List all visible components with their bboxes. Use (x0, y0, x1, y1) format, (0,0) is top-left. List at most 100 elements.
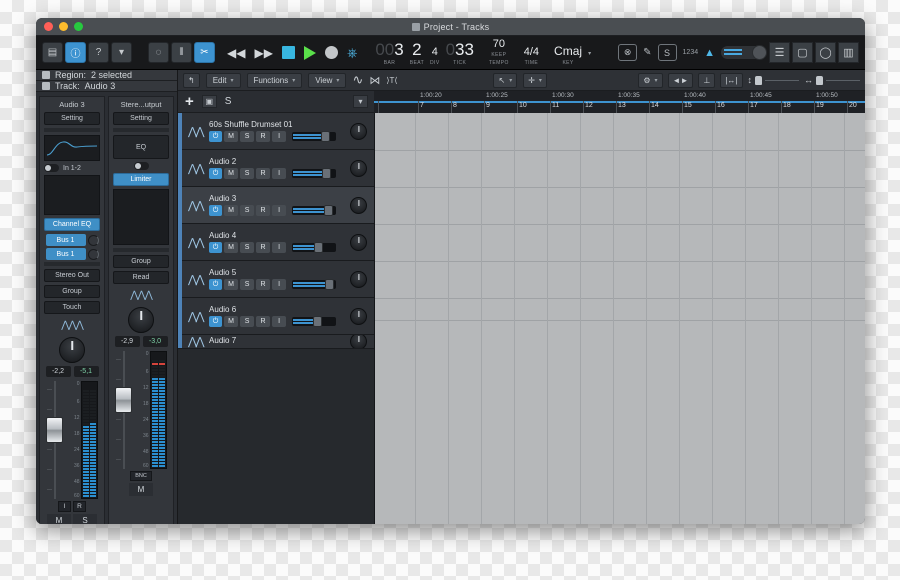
track-volume-slider[interactable] (292, 316, 337, 327)
metronome-icon[interactable]: ▲ (704, 47, 715, 59)
record-button[interactable] (324, 46, 338, 59)
list-editors-button[interactable]: ☰ (769, 42, 790, 63)
group-button[interactable]: Group (44, 285, 100, 298)
eq-curve-display[interactable] (44, 135, 100, 161)
track-pan-knob[interactable] (350, 233, 367, 251)
track-name[interactable]: Audio 7 (209, 336, 350, 345)
track-power-button[interactable]: ⏻ (209, 131, 223, 142)
master-insert-eq[interactable]: EQ (113, 135, 169, 159)
arrange-ruler[interactable]: 1:00:20 1:00:25 1:00:30 1:00:35 1:00:40 … (374, 90, 865, 113)
track-name[interactable]: Audio 4 (209, 231, 350, 240)
master-insert-limiter[interactable]: Limiter (113, 173, 169, 186)
volume-value[interactable]: -5,1 (73, 366, 99, 377)
track-pan-knob[interactable] (350, 335, 367, 348)
track-name[interactable]: Audio 6 (209, 305, 350, 314)
track-solo-button[interactable]: S (240, 242, 255, 253)
master-fader-handle[interactable] (114, 387, 132, 413)
track-power-button[interactable]: ⏻ (209, 279, 223, 290)
track-volume-slider[interactable] (292, 279, 337, 290)
media-browser-button[interactable]: ▥ (838, 42, 859, 63)
track-header[interactable]: ⋀⋀ Audio 4 ⏻ M S R I (178, 224, 374, 261)
track-solo-button[interactable]: S (240, 316, 255, 327)
track-header[interactable]: ⋀⋀ 60s Shuffle Drumset 01 ⏻ M S R I (178, 113, 374, 150)
master-toggle[interactable] (133, 162, 149, 170)
loop-browser-button[interactable]: ◯ (815, 42, 836, 63)
track-record-button[interactable]: R (256, 279, 271, 290)
lcd-time-signature[interactable]: 4/4 TIME (524, 47, 539, 67)
track-volume-slider[interactable] (292, 205, 337, 216)
master-volume-fader[interactable] (114, 351, 134, 469)
menu-functions[interactable]: Functions ▾ (246, 72, 303, 88)
track-pan-knob[interactable] (350, 270, 367, 288)
insert-channel-eq[interactable]: Channel EQ (44, 218, 100, 231)
rewind-button[interactable]: ◀◀ (227, 47, 245, 59)
lcd-div[interactable]: 4 DIV (430, 47, 440, 67)
track-power-button[interactable]: ⏻ (209, 242, 223, 253)
back-button[interactable]: ↰ (183, 72, 200, 88)
master-automation-button[interactable]: Read (113, 271, 169, 284)
track-mute-button[interactable]: M (224, 168, 239, 179)
send-knob-2[interactable] (87, 248, 99, 260)
track-input-button[interactable]: I (272, 205, 287, 216)
volume-fader[interactable] (45, 381, 65, 499)
track-solo-button[interactable]: S (240, 168, 255, 179)
menu-edit[interactable]: Edit ▾ (205, 72, 241, 88)
track-mute-button[interactable]: M (224, 242, 239, 253)
align-button[interactable]: ⊥ (698, 72, 716, 88)
lcd-bar[interactable]: 003 BAR (375, 41, 403, 66)
quick-help-button[interactable]: ? (88, 42, 109, 63)
track-info-row[interactable]: Track: Audio 3 (36, 81, 177, 92)
automation-mode-button[interactable]: Touch (44, 301, 100, 314)
master-input-row[interactable] (113, 162, 169, 170)
cycle-button[interactable]: ⎈ (347, 45, 357, 61)
flex-icon[interactable]: ⋈ (369, 74, 380, 87)
track-volume-slider[interactable] (292, 131, 337, 142)
inspector-button[interactable]: ⓘ (65, 42, 86, 63)
input-row[interactable]: In 1-2 (44, 164, 100, 172)
input-monitor-button[interactable]: I (58, 501, 71, 512)
pointer-tool[interactable]: ↖ ▾ (493, 72, 518, 88)
track-header[interactable]: ⋀⋀ Audio 2 ⏻ M S R I (178, 150, 374, 187)
track-solo-button[interactable]: S (240, 131, 255, 142)
horizontal-zoom-slider[interactable]: ↔ (804, 75, 860, 85)
track-mute-button[interactable]: M (224, 131, 239, 142)
track-pan-knob[interactable] (350, 159, 367, 177)
scissors-button[interactable]: ✂ (194, 42, 215, 63)
pan-value[interactable]: -2,2 (45, 366, 71, 377)
fader-handle[interactable] (45, 417, 63, 443)
track-record-button[interactable]: R (256, 316, 271, 327)
track-config-button[interactable]: ▾ (353, 95, 368, 108)
track-name[interactable]: Audio 3 (209, 194, 350, 203)
track-solo-button[interactable]: S (225, 96, 232, 107)
menu-view[interactable]: View ▾ (308, 72, 347, 88)
low-latency-button[interactable]: ⊗ (618, 44, 638, 61)
track-input-button[interactable]: I (272, 131, 287, 142)
track-input-button[interactable]: I (272, 279, 287, 290)
notes-button[interactable]: ▢ (792, 42, 813, 63)
track-input-button[interactable]: I (272, 316, 287, 327)
track-power-button[interactable]: ⏻ (209, 316, 223, 327)
fade-button[interactable]: ◄► (667, 72, 694, 88)
track-mute-button[interactable]: M (224, 279, 239, 290)
settings-gear-button[interactable]: ⚙ ▾ (638, 72, 663, 88)
track-name[interactable]: Audio 2 (209, 157, 350, 166)
mute-button[interactable]: M (47, 514, 71, 524)
output-button[interactable]: Stereo Out (44, 269, 100, 282)
setting-button[interactable]: Setting (44, 112, 100, 125)
vertical-zoom-slider[interactable]: ↕ (748, 75, 799, 85)
stop-button[interactable] (281, 46, 295, 59)
master-group-button[interactable]: Group (113, 255, 169, 268)
automation-icon[interactable]: ∿ (352, 72, 363, 88)
track-pan-knob[interactable] (350, 196, 367, 214)
add-track-button[interactable]: + (185, 94, 194, 109)
master-volume-slider[interactable] (721, 45, 767, 60)
snap-icon[interactable]: ⟩T⟨ (386, 76, 397, 85)
track-input-button[interactable]: I (272, 242, 287, 253)
track-power-button[interactable]: ⏻ (209, 205, 223, 216)
pan-knob[interactable] (59, 337, 85, 363)
toolbar-toggle-button[interactable]: ▾ (111, 42, 132, 63)
track-input-button[interactable]: I (272, 168, 287, 179)
pencil-tool-icon[interactable]: ✎ (643, 47, 651, 58)
master-setting-button[interactable]: Setting (113, 112, 169, 125)
input-toggle[interactable] (44, 164, 59, 172)
